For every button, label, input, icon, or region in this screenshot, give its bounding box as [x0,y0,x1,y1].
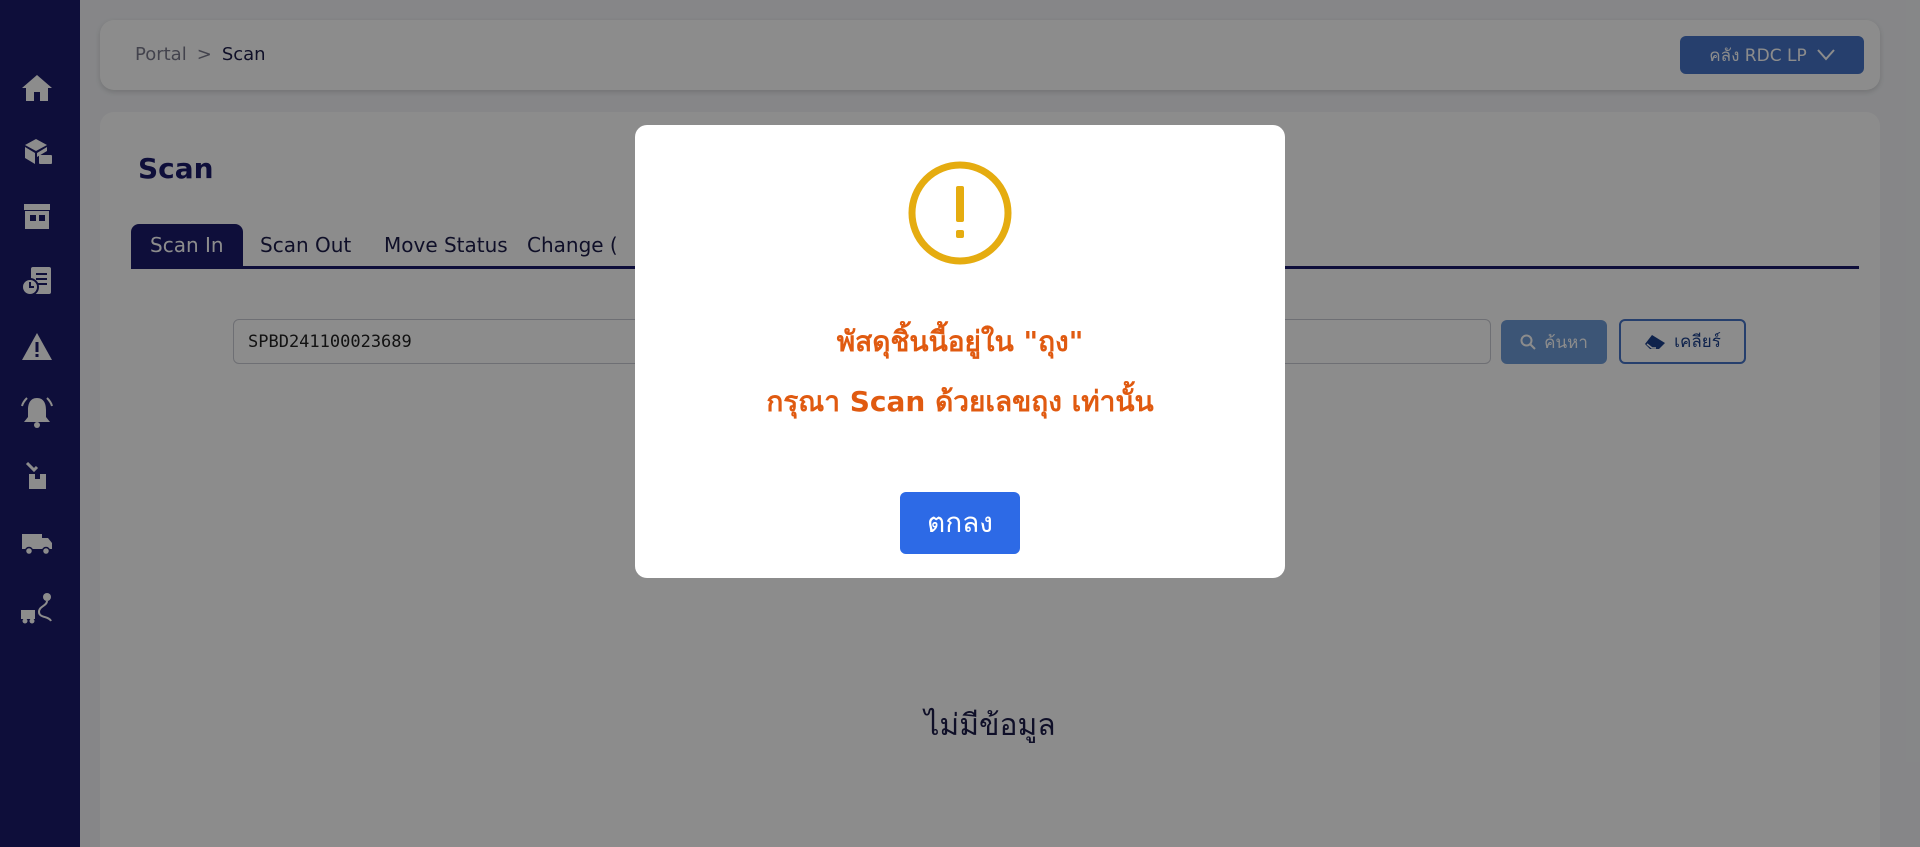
alert-message-line1: พัสดุชิ้นนี้อยู่ใน "ถุง" [836,325,1084,358]
alert-message-line2: กรุณา Scan ด้วยเลขถุง เท่านั้น [766,385,1154,418]
exclamation-circle-icon [908,161,1012,265]
alert-modal: พัสดุชิ้นนี้อยู่ใน "ถุง" กรุณา Scan ด้วย… [635,125,1285,578]
ok-button[interactable]: ตกลง [900,492,1020,554]
